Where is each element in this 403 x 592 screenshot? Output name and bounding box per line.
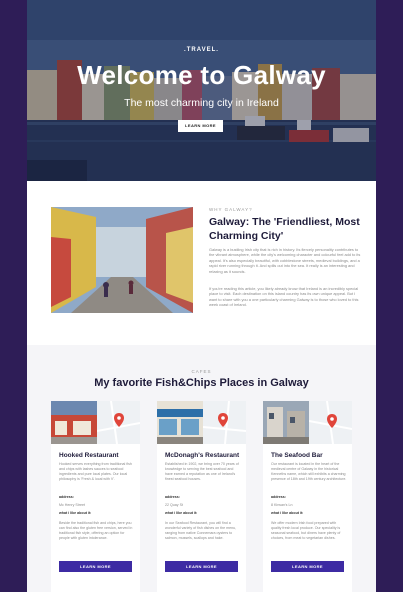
card-description: Established in 1902, we bring over 70 ye… xyxy=(165,462,239,481)
hero-section: .TRAVEL. Welcome to Galway The most char… xyxy=(27,0,376,181)
cafes-title: My favorite Fish&Chips Places in Galway xyxy=(94,377,309,389)
address-label: address: xyxy=(59,495,74,499)
cafes-kicker: CAFES xyxy=(191,369,212,374)
address-label: address: xyxy=(271,495,286,499)
card-image xyxy=(263,401,352,444)
why-text: Beside the traditional fish and chips, h… xyxy=(59,521,133,540)
why-label: what i like about it: xyxy=(271,511,304,515)
learn-more-button[interactable]: LEARN MORE xyxy=(271,561,344,572)
card-image xyxy=(157,401,246,444)
galway-street-image xyxy=(51,207,193,313)
map-thumbnail[interactable] xyxy=(97,401,140,444)
cafes-section: CAFES My favorite Fish&Chips Places in G… xyxy=(27,345,376,592)
card-image xyxy=(51,401,140,444)
about-paragraph-1: Galway is a bustling Irish city that is … xyxy=(209,247,361,274)
why-label: what i like about it: xyxy=(59,511,92,515)
restaurant-photo xyxy=(157,401,203,444)
hero-title: Welcome to Galway xyxy=(77,60,326,90)
cafe-card-mcdonaghs: McDonagh's Restaurant Established in 190… xyxy=(157,401,246,592)
cafe-card-hooked: Hooked Restaurant Hooked serves everythi… xyxy=(51,401,140,592)
why-label: what i like about it: xyxy=(165,511,198,515)
card-title: McDonagh's Restaurant xyxy=(165,452,240,459)
restaurant-photo xyxy=(263,401,309,444)
card-title: The Seafood Bar xyxy=(271,452,323,459)
card-description: Our restaurant is located in the heart o… xyxy=(271,462,347,481)
about-kicker: WHY GALWAY? xyxy=(209,207,253,212)
learn-more-button[interactable]: LEARN MORE xyxy=(59,561,132,572)
card-description: Hooked serves everything from traditiona… xyxy=(59,462,132,481)
page: .TRAVEL. Welcome to Galway The most char… xyxy=(27,0,376,592)
card-title: Hooked Restaurant xyxy=(59,452,119,459)
about-paragraph-2: If you're reading this article, you like… xyxy=(209,286,359,308)
hero-learn-more-button[interactable]: LEARN MORE xyxy=(178,120,223,132)
cafe-card-seafood-bar: The Seafood Bar Our restaurant is locate… xyxy=(263,401,352,592)
why-text: We offer modern Irish food prepared with… xyxy=(271,521,341,540)
about-title: Galway: The 'Friendliest, Most Charming … xyxy=(209,216,360,242)
about-section: WHY GALWAY? Galway: The 'Friendliest, Mo… xyxy=(27,181,376,345)
address-value: Mc Henry Street xyxy=(59,503,85,507)
restaurant-photo xyxy=(51,401,97,444)
address-value: 8 Kirwan's Ln xyxy=(271,503,293,507)
hero-subtitle: The most charming city in Ireland xyxy=(124,97,279,109)
learn-more-button[interactable]: LEARN MORE xyxy=(165,561,238,572)
map-thumbnail[interactable] xyxy=(203,401,246,444)
map-thumbnail[interactable] xyxy=(309,401,352,444)
address-label: address: xyxy=(165,495,180,499)
why-text: In our Seafood Restaurant, you will find… xyxy=(165,521,237,540)
address-value: 22 Quay St xyxy=(165,503,183,507)
hero-kicker: .TRAVEL. xyxy=(184,47,219,53)
